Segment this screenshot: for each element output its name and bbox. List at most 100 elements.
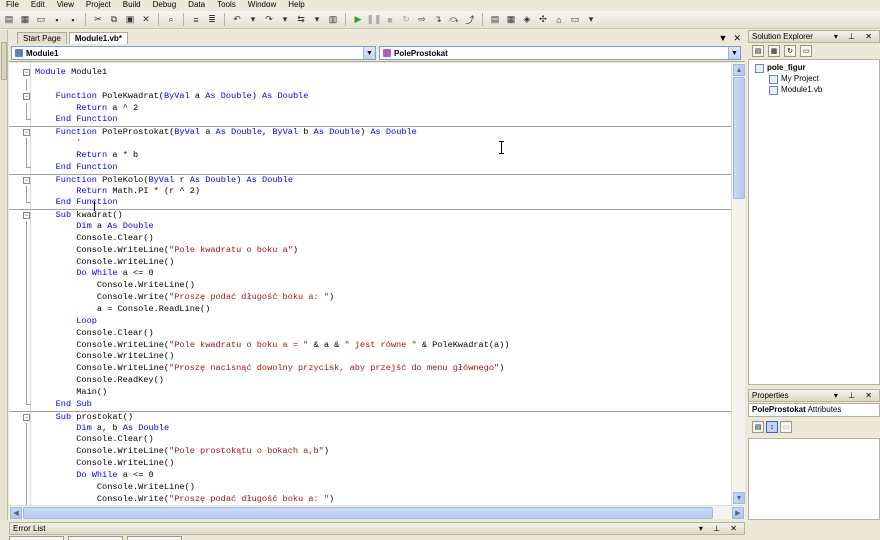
navigate-dropdown-icon[interactable]: ▾: [310, 13, 324, 27]
uncomment-icon[interactable]: ≣: [205, 13, 219, 27]
menu-item-file[interactable]: File: [0, 0, 25, 10]
code-line[interactable]: − Function PoleKwadrat(ByVal a As Double…: [9, 91, 731, 103]
code-line[interactable]: Console.Write("Proszę podać długość boku…: [9, 493, 731, 505]
more-windows-icon[interactable]: ▭: [568, 13, 582, 27]
find-icon[interactable]: ⌕: [164, 13, 178, 27]
code-line[interactable]: Console.Clear(): [9, 327, 731, 340]
redo-dropdown-icon[interactable]: ▾: [278, 13, 292, 27]
restart-icon[interactable]: ↻: [399, 13, 413, 27]
tree-item-my-project[interactable]: My Project: [769, 74, 819, 84]
code-line[interactable]: − Sub kwadrat(): [9, 209, 731, 221]
code-line[interactable]: − Function PoleKolo(ByVal r As Double) A…: [9, 173, 731, 186]
code-line[interactable]: Console.WriteLine(): [9, 458, 731, 470]
properties-object-selector[interactable]: PoleProstokat Attributes: [748, 403, 880, 417]
solution-explorer-icon[interactable]: ▤: [488, 13, 502, 27]
code-line[interactable]: Console.ReadKey(): [9, 375, 731, 387]
tree-item-module1[interactable]: Module1.vb: [769, 85, 822, 95]
code-line[interactable]: Console.WriteLine("Pole prostokątu o bok…: [9, 446, 731, 459]
collapse-icon[interactable]: −: [23, 413, 30, 421]
code-line[interactable]: End Sub: [9, 398, 731, 411]
pane-controls[interactable]: ▾ ⊥ ✕: [834, 390, 876, 401]
toolbar-options-icon[interactable]: ▾: [584, 13, 598, 27]
errors-filter-button[interactable]: [9, 536, 64, 540]
menu-item-help[interactable]: Help: [282, 0, 310, 10]
pane-controls[interactable]: ▾ ⊥ ✕: [699, 523, 741, 534]
code-line[interactable]: Console.WriteLine("Proszę nacisnąć dowol…: [9, 363, 731, 376]
pane-controls[interactable]: ▾ ⊥ ✕: [834, 31, 876, 42]
scroll-right-icon[interactable]: ▶: [732, 507, 744, 519]
vertical-scroll-thumb[interactable]: [733, 77, 745, 199]
code-editor[interactable]: − Module Module1− Function PoleKwadrat(By…: [9, 63, 731, 505]
toolbox-tab[interactable]: [1, 42, 7, 80]
collapse-icon[interactable]: −: [23, 176, 30, 184]
editor-vertical-scrollbar[interactable]: ▲ ▼: [731, 63, 745, 505]
delete-icon[interactable]: ✕: [139, 13, 153, 27]
categorized-icon[interactable]: ▤: [752, 421, 764, 433]
alphabetical-icon[interactable]: ↕: [766, 421, 778, 433]
tree-item-project[interactable]: pole_figur: [755, 63, 806, 73]
stop-icon[interactable]: ■: [383, 13, 397, 27]
property-pages-icon[interactable]: ▭: [780, 421, 792, 433]
code-line[interactable]: a = Console.ReadLine(): [9, 304, 731, 316]
collapse-icon[interactable]: −: [23, 212, 30, 220]
warnings-filter-button[interactable]: [68, 536, 123, 540]
refresh-icon[interactable]: ↻: [784, 45, 796, 57]
code-line[interactable]: Do While a <= 0: [9, 268, 731, 281]
code-line[interactable]: Console.Clear(): [9, 232, 731, 245]
code-line[interactable]: Loop: [9, 315, 731, 328]
code-line[interactable]: Return a ^ 2: [9, 102, 731, 115]
code-line[interactable]: Return Math.PI * (r ^ 2): [9, 185, 731, 198]
properties-icon[interactable]: ▤: [752, 45, 764, 57]
navigate-icon[interactable]: ⇆: [294, 13, 308, 27]
messages-filter-button[interactable]: [127, 536, 182, 540]
code-line[interactable]: End Function: [9, 197, 731, 209]
undo-icon[interactable]: ↶: [230, 13, 244, 27]
horizontal-scroll-thumb[interactable]: [23, 507, 713, 519]
copy-icon[interactable]: ⧉: [107, 13, 121, 27]
menu-item-edit[interactable]: Edit: [25, 0, 51, 10]
code-line[interactable]: Return a * b: [9, 149, 731, 162]
chevron-down-icon[interactable]: ▼: [363, 47, 375, 59]
step-over-icon[interactable]: ⤼: [447, 13, 461, 27]
close-document-icon[interactable]: ✕: [733, 32, 741, 44]
menu-item-build[interactable]: Build: [117, 0, 147, 10]
code-line[interactable]: End Function: [9, 114, 731, 126]
show-next-statement-icon[interactable]: ⇨: [415, 13, 429, 27]
code-line[interactable]: Console.WriteLine(): [9, 280, 731, 293]
menu-item-data[interactable]: Data: [182, 0, 211, 10]
properties-title[interactable]: Properties ▾ ⊥ ✕: [748, 389, 880, 402]
properties-window-icon[interactable]: ▦: [504, 13, 518, 27]
collapse-icon[interactable]: −: [23, 69, 30, 76]
collapse-icon[interactable]: −: [23, 129, 30, 137]
menu-item-window[interactable]: Window: [242, 0, 282, 10]
save-icon[interactable]: ▪: [50, 13, 64, 27]
scroll-up-icon[interactable]: ▲: [733, 64, 745, 76]
code-line[interactable]: ': [9, 138, 731, 150]
cut-icon[interactable]: ✂: [91, 13, 105, 27]
code-line[interactable]: Main(): [9, 386, 731, 399]
save-all-icon[interactable]: ▪: [66, 13, 80, 27]
code-line[interactable]: − Function PoleProstokat(ByVal a As Doub…: [9, 126, 731, 138]
toolbox-icon[interactable]: ✣: [536, 13, 550, 27]
start-page-icon[interactable]: ⌂: [552, 13, 566, 27]
method-name-combo[interactable]: PoleProstokat ▼: [379, 46, 741, 60]
undo-dropdown-icon[interactable]: ▾: [246, 13, 260, 27]
code-line[interactable]: − Sub prostokat(): [9, 410, 731, 423]
code-line[interactable]: Console.WriteLine(): [9, 481, 731, 494]
code-line[interactable]: End Function: [9, 161, 731, 174]
menu-item-project[interactable]: Project: [80, 0, 117, 10]
menu-item-debug[interactable]: Debug: [147, 0, 183, 10]
object-browser-icon[interactable]: ◈: [520, 13, 534, 27]
code-line[interactable]: Console.WriteLine("Pole kwadratu o boku …: [9, 244, 731, 257]
chevron-down-icon[interactable]: ▼: [728, 47, 740, 59]
menu-item-view[interactable]: View: [51, 0, 80, 10]
class-name-combo[interactable]: Module1 ▼: [11, 46, 376, 60]
code-line[interactable]: Console.WriteLine(): [9, 256, 731, 269]
start-debugging-icon[interactable]: ▶: [351, 13, 365, 27]
paste-icon[interactable]: ▣: [123, 13, 137, 27]
code-line[interactable]: [9, 78, 731, 91]
tab-module1-vb[interactable]: Module1.vb*: [68, 32, 128, 44]
menu-item-tools[interactable]: Tools: [211, 0, 242, 10]
add-item-icon[interactable]: ▦: [18, 13, 32, 27]
code-line[interactable]: Console.WriteLine(): [9, 351, 731, 364]
